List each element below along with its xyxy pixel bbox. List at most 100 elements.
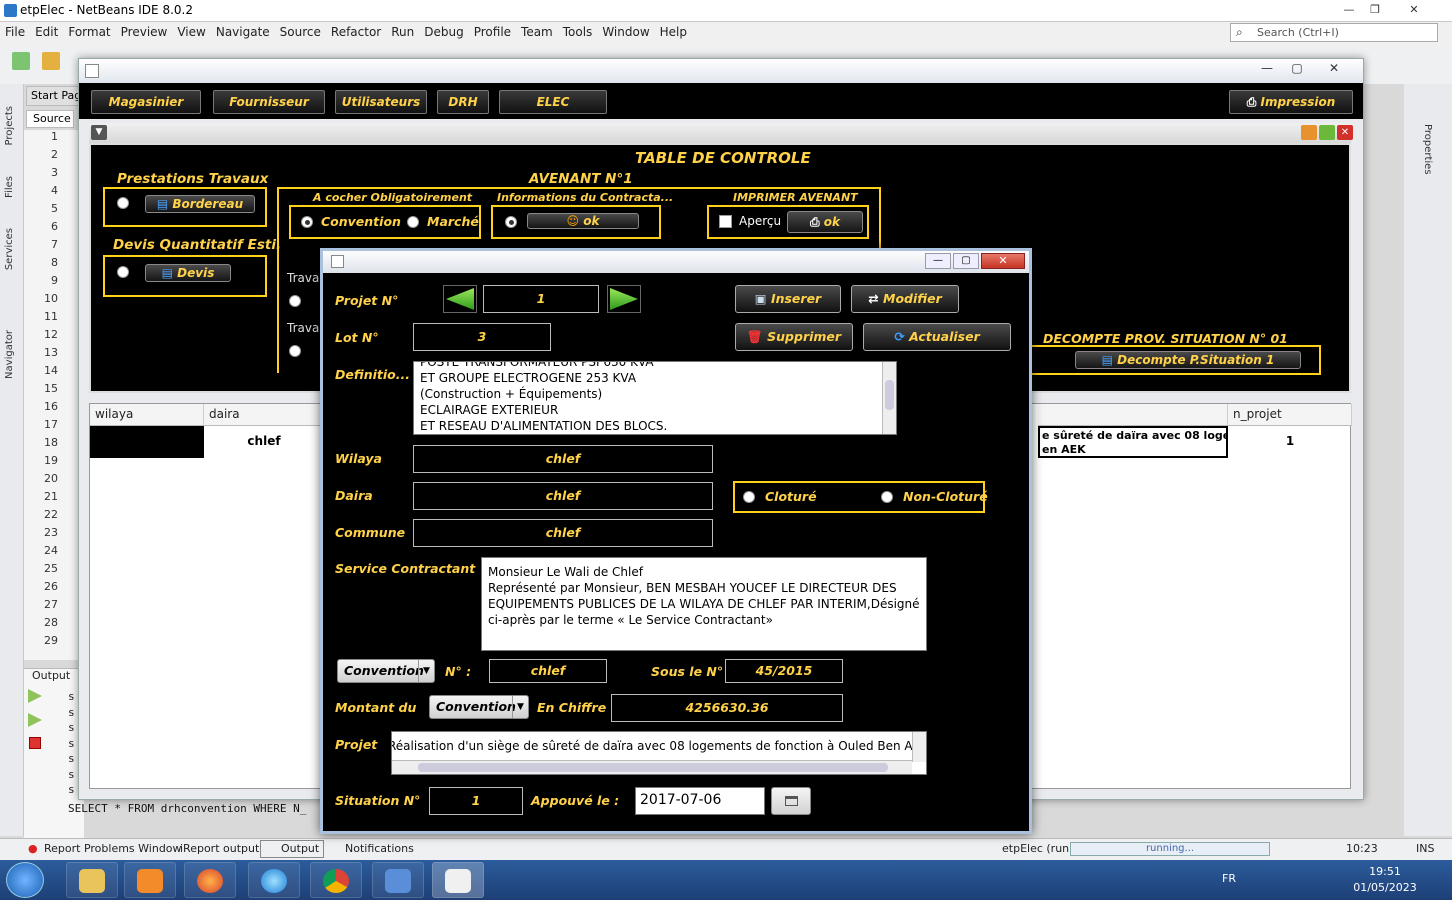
- modifier-button[interactable]: ⇄ Modifier: [851, 285, 959, 313]
- column-header-wilaya[interactable]: wilaya: [90, 404, 204, 426]
- restore-icon[interactable]: ❐: [1362, 1, 1388, 19]
- table-row-selected-cell[interactable]: [90, 426, 204, 458]
- taskbar-chrome-icon[interactable]: [310, 862, 362, 898]
- menu-run[interactable]: Run: [386, 22, 419, 42]
- inserer-button[interactable]: ▣ Inserer: [735, 285, 841, 313]
- taskbar-clock[interactable]: 19:51 01/05/2023: [1340, 864, 1430, 896]
- windows-start-icon[interactable]: [6, 862, 44, 898]
- projet-no-field[interactable]: 1: [483, 285, 599, 313]
- convention-radio[interactable]: [301, 216, 313, 228]
- table-cell-projet[interactable]: e sûreté de daïra avec 08 logement en AE…: [1038, 426, 1228, 458]
- actualiser-button[interactable]: ⟳ Actualiser: [863, 323, 1011, 351]
- supprimer-button[interactable]: 🗑 Supprimer: [735, 323, 853, 351]
- menu-preview[interactable]: Preview: [116, 22, 173, 42]
- app-maximize-icon[interactable]: ▢: [1285, 61, 1309, 79]
- minimize-icon[interactable]: —: [1336, 1, 1362, 19]
- taskbar-firefox-icon[interactable]: [184, 862, 236, 898]
- new-file-icon[interactable]: [12, 52, 30, 70]
- notifications-tab[interactable]: Notifications: [345, 842, 414, 855]
- side-tab-files[interactable]: Files: [4, 176, 15, 198]
- travaux-radio-2[interactable]: [289, 345, 301, 357]
- column-header-daira[interactable]: daira: [204, 404, 324, 426]
- menu-source[interactable]: Source: [275, 22, 326, 42]
- previous-arrow-button[interactable]: [443, 285, 477, 313]
- menu-team[interactable]: Team: [516, 22, 558, 42]
- impression-button[interactable]: ⎙ Impression: [1229, 90, 1353, 114]
- devis-button[interactable]: ▤ Devis: [145, 264, 231, 282]
- menu-format[interactable]: Format: [63, 22, 115, 42]
- calendar-button[interactable]: [771, 787, 811, 815]
- montant-type-combo[interactable]: Convention ▼: [429, 695, 529, 719]
- editor-tab-start-page[interactable]: Start Pag: [26, 86, 82, 106]
- app-close-icon[interactable]: ✕: [1319, 61, 1349, 79]
- side-tab-navigator[interactable]: Navigator: [4, 330, 15, 379]
- dialog-close-icon[interactable]: ✕: [981, 253, 1025, 269]
- frame-menu-icon[interactable]: ▼: [91, 125, 107, 140]
- infos-ok-button[interactable]: ☺ ok: [527, 213, 639, 229]
- sous-le-no-field[interactable]: 45/2015: [725, 659, 843, 683]
- close-icon[interactable]: ✕: [1400, 1, 1428, 19]
- convention-type-combo[interactable]: Convention ▼: [337, 659, 435, 683]
- editor-tab-source[interactable]: Source: [26, 110, 74, 128]
- projet-horizontal-scrollbar[interactable]: [392, 760, 912, 774]
- projet-textarea[interactable]: Réalisation d'un siège de sûreté de daïr…: [391, 731, 927, 775]
- run-icon[interactable]: [28, 689, 42, 703]
- en-chiffre-field[interactable]: 4256630.36: [611, 694, 843, 722]
- situation-no-field[interactable]: 1: [429, 787, 523, 815]
- app-minimize-icon[interactable]: —: [1255, 61, 1279, 79]
- new-project-icon[interactable]: [42, 52, 60, 70]
- dialog-minimize-icon[interactable]: —: [925, 253, 951, 269]
- travaux-radio-1[interactable]: [289, 295, 301, 307]
- menu-tools[interactable]: Tools: [558, 22, 598, 42]
- prestations-radio[interactable]: [117, 197, 129, 209]
- column-header-blank[interactable]: [1038, 404, 1228, 426]
- taskbar-virtualbox-icon[interactable]: [372, 862, 424, 898]
- ide-search-input[interactable]: ⌕ Search (Ctrl+I): [1230, 23, 1438, 42]
- side-tab-properties[interactable]: Properties: [1422, 124, 1433, 175]
- menu-window[interactable]: Window: [597, 22, 654, 42]
- stop-icon[interactable]: [29, 737, 41, 749]
- devis-radio[interactable]: [117, 266, 129, 278]
- table-cell-daira[interactable]: chlef: [204, 426, 324, 458]
- fournisseur-button[interactable]: Fournisseur: [213, 90, 325, 114]
- side-tab-services[interactable]: Services: [4, 228, 15, 270]
- taskbar-java-icon[interactable]: [432, 862, 484, 898]
- ireport-output-tab[interactable]: iReport output: [180, 842, 259, 855]
- menu-file[interactable]: File: [0, 22, 30, 42]
- projet-vertical-scrollbar[interactable]: [912, 732, 926, 762]
- taskbar-explorer-icon[interactable]: [66, 862, 118, 898]
- report-problems-tab[interactable]: Report Problems Window: [44, 842, 182, 855]
- column-header-n-projet[interactable]: n_projet: [1228, 404, 1352, 426]
- decompte-situation-button[interactable]: ▤ Decompte P.Situation 1: [1075, 351, 1301, 369]
- menu-edit[interactable]: Edit: [30, 22, 63, 42]
- magasinier-button[interactable]: Magasinier: [91, 90, 201, 114]
- date-field[interactable]: 2017-07-06: [635, 787, 765, 815]
- side-tab-projects[interactable]: Projects: [4, 106, 15, 145]
- dialog-maximize-icon[interactable]: ▢: [953, 253, 979, 269]
- wilaya-field[interactable]: chlef: [413, 445, 713, 473]
- output-tab[interactable]: Output: [260, 840, 325, 858]
- taskbar-media-icon[interactable]: [124, 862, 176, 898]
- marche-radio[interactable]: [407, 216, 419, 228]
- cloture-radio[interactable]: [743, 491, 755, 503]
- frame-maximize-icon[interactable]: [1319, 125, 1335, 140]
- bordereau-button[interactable]: ▤ Bordereau: [145, 195, 255, 213]
- menu-debug[interactable]: Debug: [419, 22, 468, 42]
- menu-view[interactable]: View: [172, 22, 210, 42]
- imprimer-ok-button[interactable]: ⎙ ok: [787, 211, 863, 233]
- frame-close-icon[interactable]: ✕: [1337, 125, 1353, 140]
- output-panel-title[interactable]: Output: [32, 669, 70, 682]
- elec-button[interactable]: ELEC: [499, 90, 607, 114]
- non-cloture-radio[interactable]: [881, 491, 893, 503]
- drh-button[interactable]: DRH: [437, 90, 489, 114]
- apercu-checkbox[interactable]: [719, 215, 732, 228]
- infos-radio[interactable]: [505, 216, 517, 228]
- menu-profile[interactable]: Profile: [469, 22, 516, 42]
- commune-field[interactable]: chlef: [413, 519, 713, 547]
- daira-field[interactable]: chlef: [413, 482, 713, 510]
- next-arrow-button[interactable]: [607, 285, 641, 313]
- taskbar-language[interactable]: FR: [1222, 872, 1236, 885]
- rerun-icon[interactable]: [28, 713, 42, 727]
- no-field[interactable]: chlef: [489, 659, 607, 683]
- menu-help[interactable]: Help: [655, 22, 692, 42]
